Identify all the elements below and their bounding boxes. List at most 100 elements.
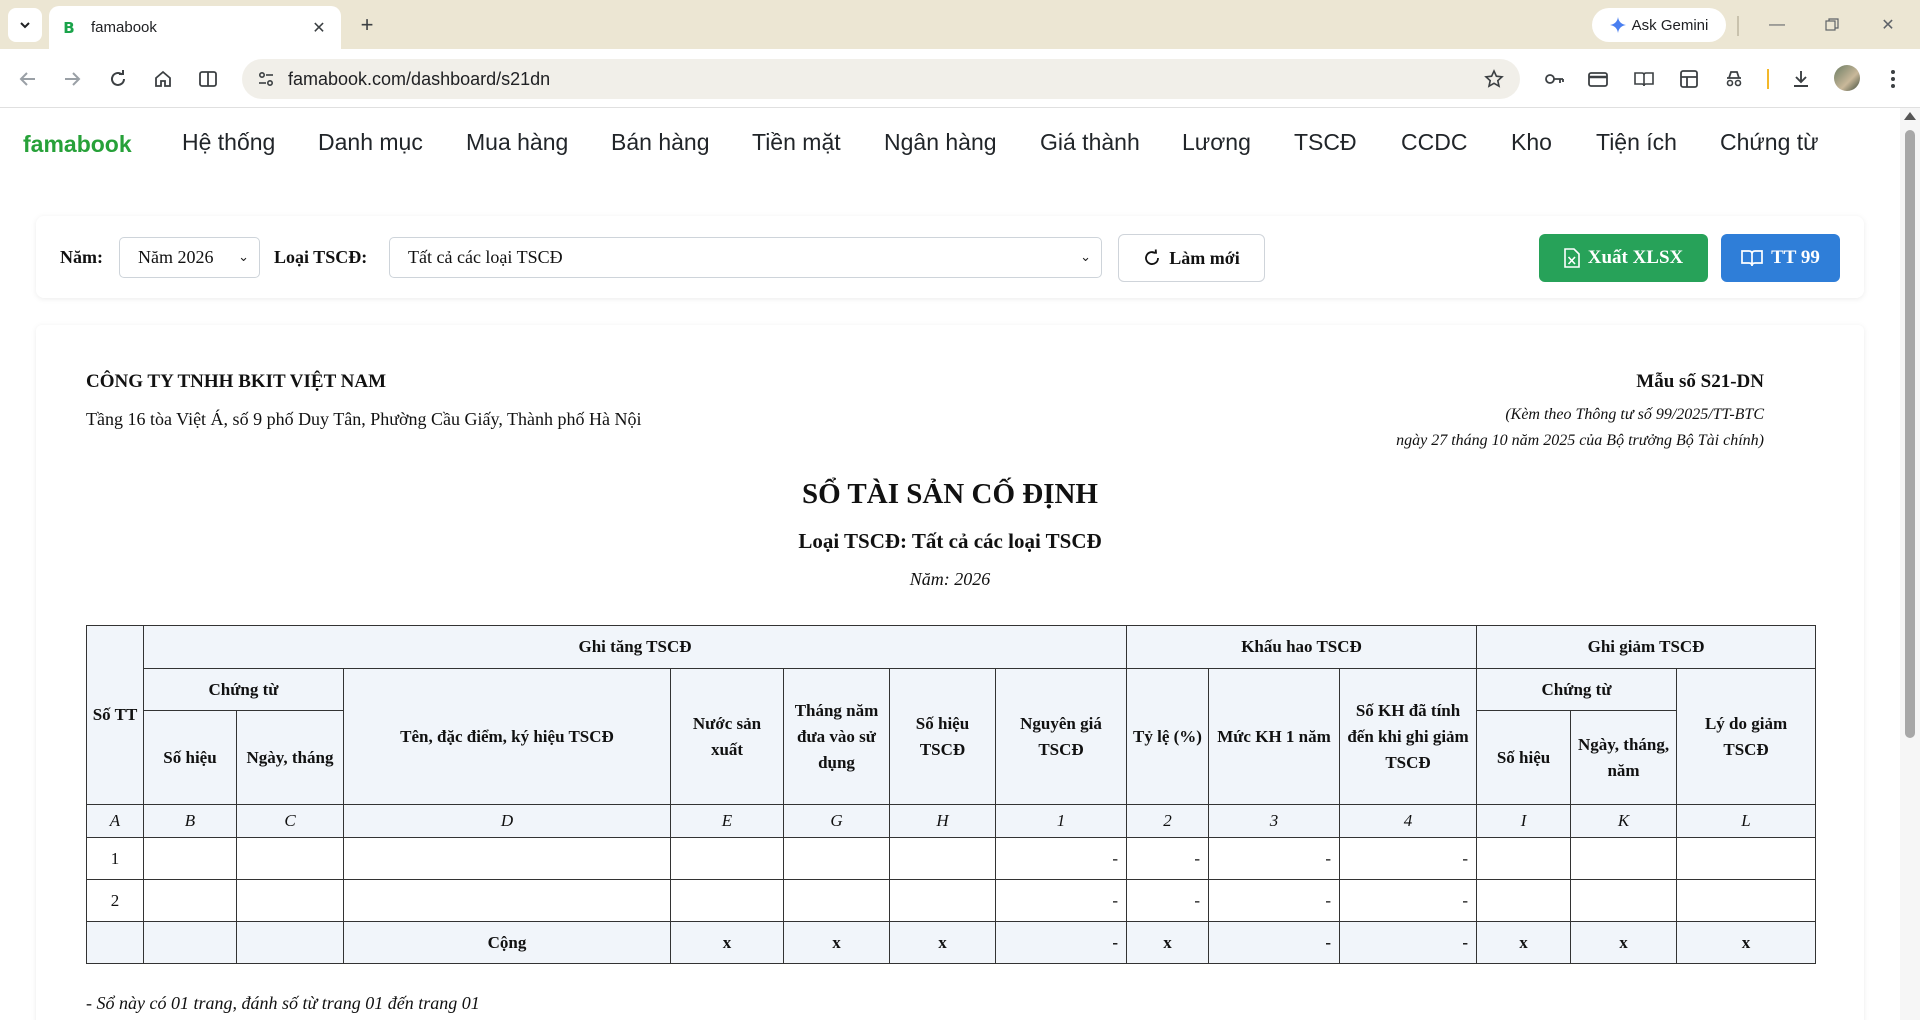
restore-icon: [1825, 18, 1839, 31]
brand-logo[interactable]: famabook: [23, 131, 132, 158]
close-tab-icon[interactable]: ✕: [309, 18, 329, 38]
nav-item-chung-tu[interactable]: Chứng từ: [1720, 129, 1819, 156]
cell: [1570, 837, 1678, 880]
row-rate: -: [1126, 837, 1209, 880]
arrow-right-icon: [65, 72, 81, 86]
nav-item-danh-muc[interactable]: Danh mục: [318, 129, 423, 156]
header-rate: Tỷ lệ (%): [1126, 668, 1209, 805]
home-button[interactable]: [147, 63, 179, 95]
maximize-button[interactable]: [1812, 10, 1852, 40]
cell: [1570, 879, 1678, 922]
report-title: SỔ TÀI SẢN CỐ ĐỊNH: [802, 478, 1098, 510]
minimize-button[interactable]: —: [1757, 10, 1797, 40]
cell: [783, 837, 890, 880]
cell: [1476, 879, 1572, 922]
close-window-button[interactable]: ✕: [1868, 10, 1908, 40]
reading-mode-icon[interactable]: [1628, 63, 1660, 95]
nav-item-gia-thanh[interactable]: Giá thành: [1040, 129, 1140, 156]
export-xlsx-button[interactable]: Xuất XLSX: [1539, 234, 1708, 282]
page-scrollbar[interactable]: [1900, 108, 1920, 1020]
header-original-cost: Nguyên giá TSCĐ: [995, 668, 1127, 805]
table-extension-icon[interactable]: [1673, 63, 1705, 95]
column-code: I: [1476, 804, 1572, 838]
column-code: 1: [995, 804, 1127, 838]
scrollbar-thumb[interactable]: [1905, 130, 1915, 738]
favicon-icon: B: [63, 18, 75, 37]
tt99-button[interactable]: TT 99: [1721, 234, 1840, 282]
back-button[interactable]: [12, 63, 44, 95]
gemini-sparkle-icon: [1609, 17, 1626, 33]
avatar[interactable]: [1834, 65, 1860, 91]
chevron-down-icon: ⌄: [1080, 250, 1091, 265]
total-usage-date: x: [783, 921, 890, 964]
nav-item-he-thong[interactable]: Hệ thống: [182, 129, 275, 156]
header-voucher: Chứng từ: [143, 668, 344, 711]
row-stt: 1: [86, 837, 144, 880]
column-code: A: [86, 804, 144, 838]
nav-item-luong[interactable]: Lương: [1182, 129, 1251, 156]
bookmark-star-icon[interactable]: [1480, 65, 1508, 93]
arrow-left-icon: [19, 72, 35, 86]
total-decrease-number: x: [1476, 921, 1572, 964]
nav-item-kho[interactable]: Kho: [1511, 129, 1552, 156]
payment-card-icon[interactable]: [1582, 63, 1614, 95]
company-name: CÔNG TY TNHH BKIT VIỆT NAM: [86, 371, 387, 392]
column-code-row: A B C D E G H 1 2 3 4 I K L: [86, 804, 1817, 838]
table-row: 1 - - - -: [86, 837, 1817, 880]
row-annual-depreciation: -: [1208, 837, 1340, 880]
asset-type-label: Loại TSCĐ:: [274, 247, 368, 267]
row-accumulated-depreciation: -: [1338, 879, 1478, 922]
forward-button[interactable]: [56, 63, 88, 95]
column-code: D: [343, 804, 671, 838]
asset-type-select[interactable]: Tất cả các loại TSCĐ ⌄: [389, 237, 1102, 278]
total-rate: x: [1126, 921, 1209, 964]
address-bar[interactable]: famabook.com/dashboard/s21dn: [242, 59, 1520, 99]
column-code: 4: [1338, 804, 1478, 838]
row-accumulated-depreciation: -: [1338, 837, 1478, 880]
url-text[interactable]: famabook.com/dashboard/s21dn: [288, 69, 550, 90]
reload-icon: [111, 70, 125, 86]
password-key-icon[interactable]: [1538, 63, 1570, 95]
nav-item-tscd[interactable]: TSCĐ: [1294, 129, 1357, 156]
total-annual-depreciation: -: [1208, 921, 1340, 964]
app-navbar: famabook Hệ thống Danh mục Mua hàng Bán …: [0, 108, 1900, 178]
nav-item-ngan-hang[interactable]: Ngân hàng: [884, 129, 997, 156]
reload-button[interactable]: [102, 63, 134, 95]
scroll-up-arrow-icon[interactable]: [1904, 112, 1916, 120]
year-select[interactable]: Năm 2026 ⌄: [119, 237, 260, 278]
header-annual-depreciation: Mức KH 1 năm: [1208, 668, 1340, 805]
tab-search-button[interactable]: [8, 8, 42, 42]
header-voucher-date: Ngày, tháng: [236, 710, 344, 805]
cell: [1676, 879, 1817, 922]
nav-item-tien-ich[interactable]: Tiện ích: [1596, 129, 1677, 156]
form-circular-date: ngày 27 tháng 10 năm 2025 của Bộ trưởng …: [1396, 432, 1764, 449]
chevron-down-icon: [20, 22, 30, 29]
column-code: H: [889, 804, 996, 838]
divider: [1737, 16, 1739, 36]
cell: [343, 879, 671, 922]
cell: [236, 837, 344, 880]
asset-type-select-value: Tất cả các loại TSCĐ: [408, 247, 563, 267]
nav-item-tien-mat[interactable]: Tiền mặt: [752, 129, 841, 156]
report-year: Năm: 2026: [909, 569, 991, 589]
nav-item-ban-hang[interactable]: Bán hàng: [611, 129, 709, 156]
menu-kebab-icon[interactable]: [1877, 63, 1909, 95]
total-country: x: [670, 921, 784, 964]
nav-item-ccdc[interactable]: CCDC: [1401, 129, 1467, 156]
refresh-button[interactable]: Làm mới: [1118, 234, 1265, 282]
home-icon: [155, 70, 171, 87]
incognito-extension-icon[interactable]: [1718, 63, 1750, 95]
site-info-icon[interactable]: [250, 63, 282, 95]
header-voucher-number: Số hiệu: [143, 710, 237, 805]
row-stt: 2: [86, 879, 144, 922]
cell: [343, 837, 671, 880]
total-asset-code: x: [889, 921, 996, 964]
new-tab-button[interactable]: +: [352, 10, 382, 40]
split-view-button[interactable]: [192, 63, 224, 95]
ask-gemini-button[interactable]: Ask Gemini: [1592, 8, 1726, 42]
download-icon[interactable]: [1785, 63, 1817, 95]
browser-tab[interactable]: B famabook ✕: [49, 6, 341, 49]
header-decrease-number: Số hiệu: [1476, 710, 1572, 805]
nav-item-mua-hang[interactable]: Mua hàng: [466, 129, 568, 156]
cell: [1676, 837, 1817, 880]
